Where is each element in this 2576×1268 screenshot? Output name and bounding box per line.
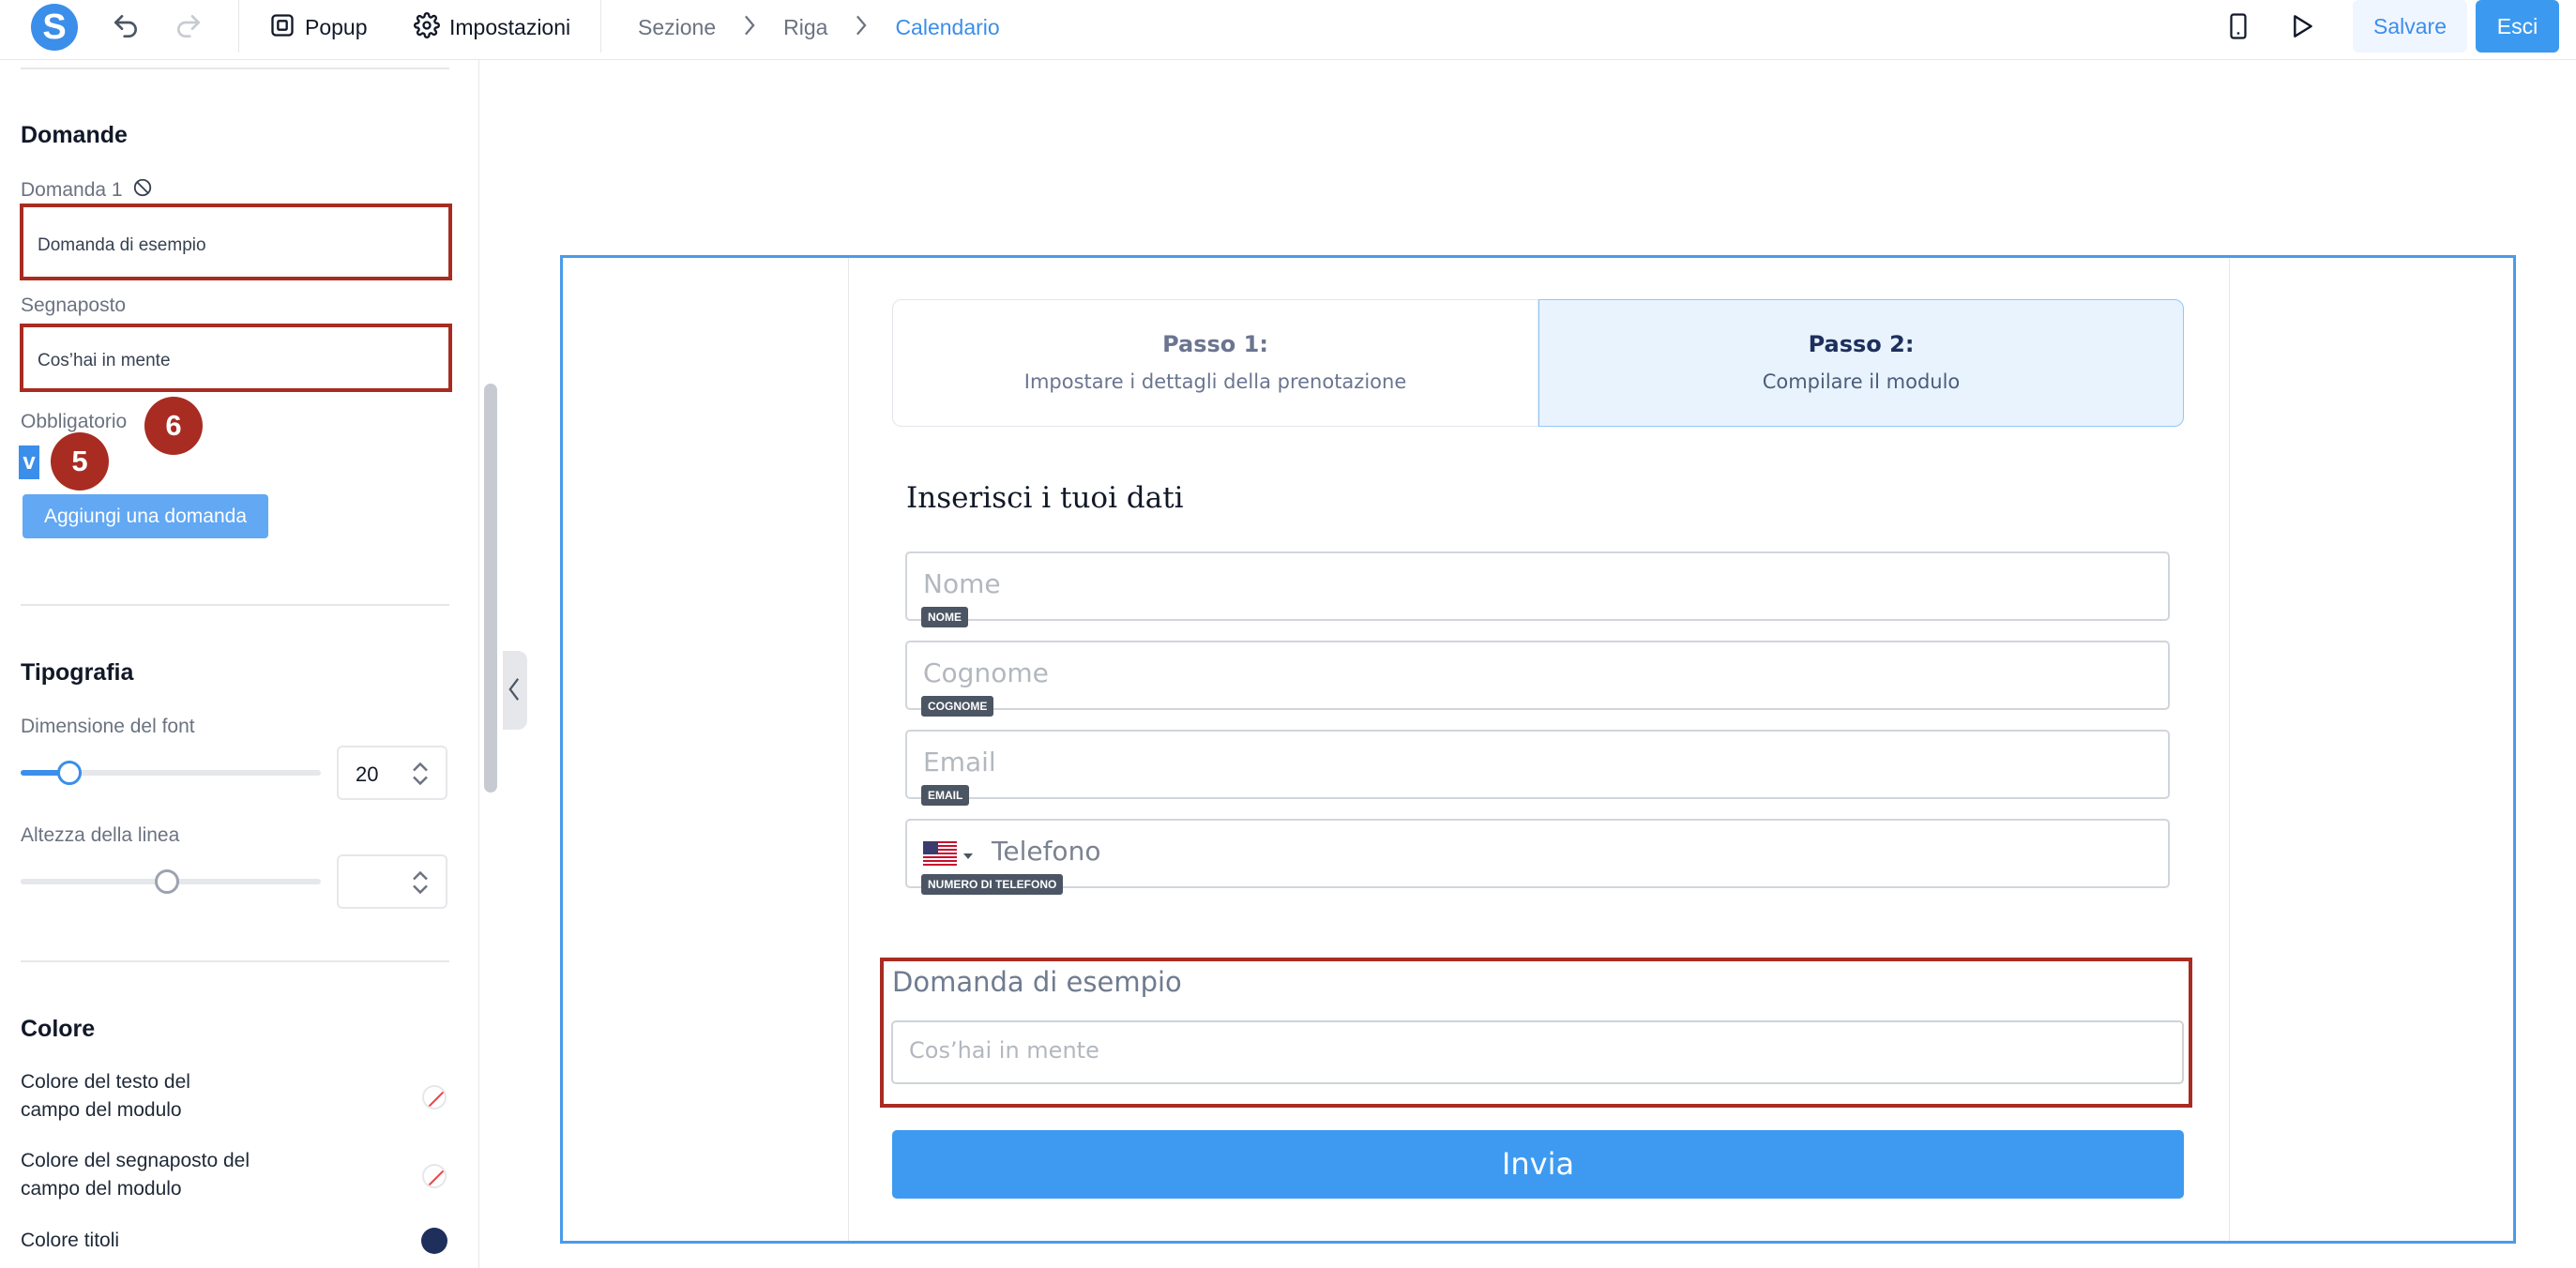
mobile-preview-icon[interactable]: [2224, 10, 2252, 47]
step-1-title: Passo 1:: [1162, 331, 1268, 357]
divider: [21, 604, 449, 606]
step-2-subtitle: Compilare il modulo: [1762, 370, 1961, 393]
undo-icon[interactable]: [111, 11, 141, 46]
phone-field[interactable]: Telefono NUMERO DI TELEFONO: [905, 819, 2170, 895]
top-toolbar: S Popup Impostazioni Sezione Riga Calend…: [0, 0, 2576, 60]
stepper-arrows-icon[interactable]: [410, 761, 431, 792]
question1-input[interactable]: Domanda di esempio: [20, 204, 452, 280]
chevron-left-icon: [508, 677, 521, 706]
sidebar-scrollbar[interactable]: [484, 384, 497, 792]
disabled-icon[interactable]: [132, 177, 153, 203]
placeholder-input-value: Cos’hai in mente: [38, 351, 171, 370]
questions-section-title: Domande: [21, 122, 128, 148]
custom-question-placeholder: Cos’hai in mente: [909, 1037, 1099, 1064]
font-size-stepper[interactable]: 20: [337, 746, 447, 800]
email-placeholder: Email: [923, 747, 996, 777]
email-field[interactable]: Email EMAIL: [905, 730, 2170, 806]
step-2-title: Passo 2:: [1808, 331, 1915, 357]
question1-input-value: Domanda di esempio: [38, 235, 206, 255]
redo-icon[interactable]: [174, 11, 204, 46]
placeholder-input[interactable]: Cos’hai in mente: [20, 324, 452, 392]
submit-button[interactable]: Invia: [892, 1130, 2184, 1199]
phone-badge: NUMERO DI TELEFONO: [921, 874, 1064, 895]
step-2-tab[interactable]: Passo 2: Compilare il modulo: [1538, 299, 2184, 427]
country-selector[interactable]: [923, 841, 974, 870]
titles-color-label: Colore titoli: [21, 1230, 120, 1251]
step-marker-6: 6: [144, 397, 203, 455]
add-question-button[interactable]: Aggiungi una domanda: [23, 494, 268, 538]
step-marker-5: 5: [51, 432, 109, 491]
question1-label: Domanda 1: [21, 178, 123, 201]
collapse-sidebar-button[interactable]: [503, 651, 527, 730]
step-1-subtitle: Impostare i dettagli della prenotazione: [1023, 370, 1407, 393]
settings-button[interactable]: Impostazioni: [414, 11, 571, 43]
stepper-arrows-icon[interactable]: [410, 869, 431, 900]
divider: [21, 68, 449, 69]
question1-label-row: Domanda 1: [21, 177, 153, 203]
field-placeholder-color-label: Colore del segnaposto del campo del modu…: [21, 1150, 250, 1200]
required-label: Obbligatorio: [21, 411, 128, 432]
last-name-field[interactable]: Cognome COGNOME: [905, 641, 2170, 717]
gear-icon: [414, 11, 440, 43]
placeholder-label: Segnaposto: [21, 294, 127, 316]
toolbar-divider: [600, 0, 601, 53]
titles-color-swatch[interactable]: [421, 1228, 447, 1254]
breadcrumb: Sezione Riga Calendario: [638, 13, 1000, 41]
form-heading: Inserisci i tuoi dati: [906, 481, 1184, 515]
chevron-right-icon: [742, 15, 757, 40]
font-size-slider[interactable]: [21, 761, 321, 785]
exit-button[interactable]: Esci: [2476, 0, 2559, 53]
caret-down-icon: [962, 848, 974, 865]
color-section-title: Colore: [21, 1016, 96, 1042]
font-size-label: Dimensione del font: [21, 716, 195, 737]
required-checkbox-mark: v: [23, 449, 36, 475]
required-checkbox[interactable]: v: [19, 445, 39, 479]
field-text-color-label: Colore del testo del campo del modulo: [21, 1071, 190, 1121]
popup-icon: [269, 12, 295, 43]
settings-label: Impostazioni: [449, 15, 571, 39]
us-flag-icon: [923, 841, 957, 870]
line-height-label: Altezza della linea: [21, 824, 180, 846]
last-name-badge: COGNOME: [921, 696, 994, 717]
first-name-placeholder: Nome: [923, 568, 1001, 599]
font-size-value: 20: [356, 762, 379, 786]
play-icon[interactable]: [2286, 10, 2316, 47]
font-size-slider-thumb[interactable]: [57, 761, 82, 785]
breadcrumb-item-calendario[interactable]: Calendario: [895, 13, 999, 41]
toolbar-divider: [238, 0, 239, 53]
field-placeholder-color-swatch[interactable]: [422, 1164, 447, 1188]
breadcrumb-item-riga[interactable]: Riga: [783, 13, 827, 41]
save-button[interactable]: Salvare: [2353, 0, 2467, 53]
email-badge: EMAIL: [921, 785, 970, 806]
line-height-slider-thumb[interactable]: [155, 869, 179, 894]
first-name-field[interactable]: Nome NOME: [905, 551, 2170, 627]
typography-section-title: Tipografia: [21, 659, 134, 686]
popup-label: Popup: [305, 15, 368, 39]
breadcrumb-item-sezione[interactable]: Sezione: [638, 13, 716, 41]
popup-button[interactable]: Popup: [269, 12, 368, 42]
custom-question-input[interactable]: Cos’hai in mente: [891, 1020, 2184, 1084]
step-1-tab[interactable]: Passo 1: Impostare i dettagli della pren…: [892, 299, 1538, 427]
app-logo[interactable]: S: [31, 4, 78, 51]
line-height-stepper[interactable]: [337, 854, 447, 909]
chevron-right-icon: [854, 15, 869, 40]
phone-placeholder: Telefono: [992, 836, 1101, 867]
field-text-color-swatch[interactable]: [422, 1085, 447, 1110]
divider: [21, 960, 449, 962]
custom-question-label: Domanda di esempio: [892, 966, 1182, 998]
last-name-placeholder: Cognome: [923, 657, 1049, 688]
line-height-slider[interactable]: [21, 869, 321, 894]
first-name-badge: NOME: [921, 607, 968, 627]
